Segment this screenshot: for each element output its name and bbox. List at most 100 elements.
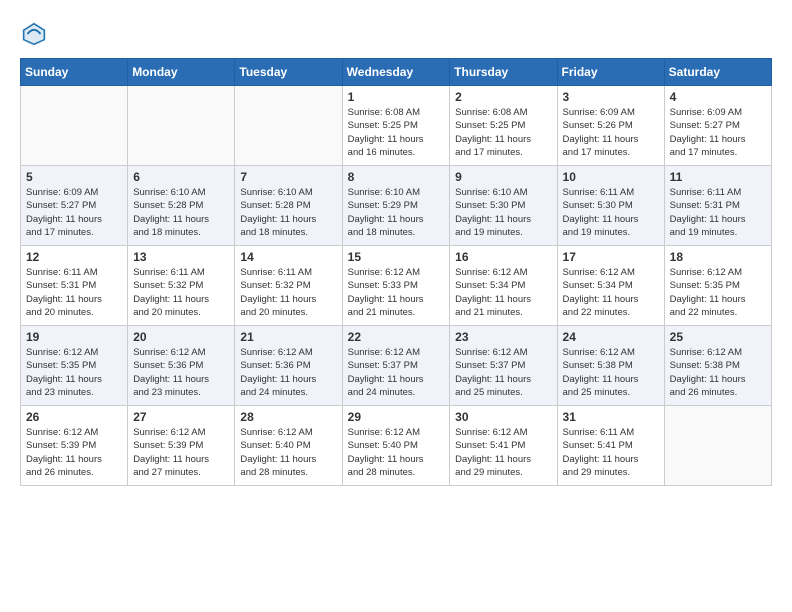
day-of-week-header: Monday [128, 59, 235, 86]
day-info: Sunrise: 6:12 AM Sunset: 5:33 PM Dayligh… [348, 266, 445, 319]
day-number: 9 [455, 170, 551, 184]
calendar-cell: 23 Sunrise: 6:12 AM Sunset: 5:37 PM Dayli… [450, 326, 557, 406]
calendar-cell: 15 Sunrise: 6:12 AM Sunset: 5:33 PM Dayli… [342, 246, 450, 326]
day-number: 19 [26, 330, 122, 344]
calendar-cell: 5 Sunrise: 6:09 AM Sunset: 5:27 PM Daylig… [21, 166, 128, 246]
day-number: 10 [563, 170, 659, 184]
day-info: Sunrise: 6:11 AM Sunset: 5:30 PM Dayligh… [563, 186, 659, 239]
calendar-cell: 1 Sunrise: 6:08 AM Sunset: 5:25 PM Daylig… [342, 86, 450, 166]
day-of-week-header: Thursday [450, 59, 557, 86]
day-info: Sunrise: 6:12 AM Sunset: 5:34 PM Dayligh… [563, 266, 659, 319]
day-info: Sunrise: 6:12 AM Sunset: 5:38 PM Dayligh… [563, 346, 659, 399]
day-number: 8 [348, 170, 445, 184]
calendar-cell: 18 Sunrise: 6:12 AM Sunset: 5:35 PM Dayli… [664, 246, 771, 326]
calendar-cell: 13 Sunrise: 6:11 AM Sunset: 5:32 PM Dayli… [128, 246, 235, 326]
day-number: 1 [348, 90, 445, 104]
day-number: 3 [563, 90, 659, 104]
day-info: Sunrise: 6:12 AM Sunset: 5:35 PM Dayligh… [26, 346, 122, 399]
day-info: Sunrise: 6:10 AM Sunset: 5:29 PM Dayligh… [348, 186, 445, 239]
day-info: Sunrise: 6:10 AM Sunset: 5:28 PM Dayligh… [240, 186, 336, 239]
day-info: Sunrise: 6:12 AM Sunset: 5:37 PM Dayligh… [348, 346, 445, 399]
day-info: Sunrise: 6:11 AM Sunset: 5:41 PM Dayligh… [563, 426, 659, 479]
day-number: 16 [455, 250, 551, 264]
day-number: 7 [240, 170, 336, 184]
calendar-cell: 29 Sunrise: 6:12 AM Sunset: 5:40 PM Dayli… [342, 406, 450, 486]
day-of-week-header: Sunday [21, 59, 128, 86]
day-info: Sunrise: 6:12 AM Sunset: 5:38 PM Dayligh… [670, 346, 766, 399]
calendar-cell: 25 Sunrise: 6:12 AM Sunset: 5:38 PM Dayli… [664, 326, 771, 406]
calendar-cell: 10 Sunrise: 6:11 AM Sunset: 5:30 PM Dayli… [557, 166, 664, 246]
day-number: 15 [348, 250, 445, 264]
calendar-cell: 4 Sunrise: 6:09 AM Sunset: 5:27 PM Daylig… [664, 86, 771, 166]
day-number: 11 [670, 170, 766, 184]
day-of-week-header: Friday [557, 59, 664, 86]
day-info: Sunrise: 6:12 AM Sunset: 5:41 PM Dayligh… [455, 426, 551, 479]
day-info: Sunrise: 6:12 AM Sunset: 5:40 PM Dayligh… [348, 426, 445, 479]
calendar-cell: 30 Sunrise: 6:12 AM Sunset: 5:41 PM Dayli… [450, 406, 557, 486]
day-number: 14 [240, 250, 336, 264]
calendar-cell: 22 Sunrise: 6:12 AM Sunset: 5:37 PM Dayli… [342, 326, 450, 406]
day-info: Sunrise: 6:12 AM Sunset: 5:39 PM Dayligh… [26, 426, 122, 479]
calendar-cell: 8 Sunrise: 6:10 AM Sunset: 5:29 PM Daylig… [342, 166, 450, 246]
day-info: Sunrise: 6:10 AM Sunset: 5:28 PM Dayligh… [133, 186, 229, 239]
calendar-week-row: 5 Sunrise: 6:09 AM Sunset: 5:27 PM Daylig… [21, 166, 772, 246]
day-number: 30 [455, 410, 551, 424]
day-info: Sunrise: 6:11 AM Sunset: 5:32 PM Dayligh… [240, 266, 336, 319]
day-number: 23 [455, 330, 551, 344]
calendar-cell [235, 86, 342, 166]
calendar-cell: 12 Sunrise: 6:11 AM Sunset: 5:31 PM Dayli… [21, 246, 128, 326]
day-of-week-header: Saturday [664, 59, 771, 86]
calendar-cell: 27Sunrise: 6:12 AM Sunset: 5:39 PM Dayli… [128, 406, 235, 486]
calendar-cell: 9Sunrise: 6:10 AM Sunset: 5:30 PM Daylig… [450, 166, 557, 246]
calendar-cell: 16Sunrise: 6:12 AM Sunset: 5:34 PM Dayli… [450, 246, 557, 326]
calendar-cell: 7 Sunrise: 6:10 AM Sunset: 5:28 PM Daylig… [235, 166, 342, 246]
day-of-week-header: Wednesday [342, 59, 450, 86]
day-info: Sunrise: 6:12 AM Sunset: 5:37 PM Dayligh… [455, 346, 551, 399]
day-number: 4 [670, 90, 766, 104]
calendar-cell: 24 Sunrise: 6:12 AM Sunset: 5:38 PM Dayli… [557, 326, 664, 406]
day-info: Sunrise: 6:08 AM Sunset: 5:25 PM Dayligh… [348, 106, 445, 159]
day-number: 21 [240, 330, 336, 344]
calendar-week-row: 26 Sunrise: 6:12 AM Sunset: 5:39 PM Dayli… [21, 406, 772, 486]
day-number: 13 [133, 250, 229, 264]
day-number: 22 [348, 330, 445, 344]
day-info: Sunrise: 6:11 AM Sunset: 5:31 PM Dayligh… [670, 186, 766, 239]
day-info: Sunrise: 6:11 AM Sunset: 5:32 PM Dayligh… [133, 266, 229, 319]
day-info: Sunrise: 6:12 AM Sunset: 5:36 PM Dayligh… [133, 346, 229, 399]
day-number: 25 [670, 330, 766, 344]
calendar-week-row: 1 Sunrise: 6:08 AM Sunset: 5:25 PM Daylig… [21, 86, 772, 166]
calendar-table: SundayMondayTuesdayWednesdayThursdayFrid… [20, 58, 772, 486]
day-info: Sunrise: 6:11 AM Sunset: 5:31 PM Dayligh… [26, 266, 122, 319]
calendar-cell: 21 Sunrise: 6:12 AM Sunset: 5:36 PM Dayli… [235, 326, 342, 406]
day-info: Sunrise: 6:12 AM Sunset: 5:35 PM Dayligh… [670, 266, 766, 319]
calendar-cell [128, 86, 235, 166]
calendar-cell: 3Sunrise: 6:09 AM Sunset: 5:26 PM Daylig… [557, 86, 664, 166]
calendar-cell: 20 Sunrise: 6:12 AM Sunset: 5:36 PM Dayli… [128, 326, 235, 406]
day-info: Sunrise: 6:12 AM Sunset: 5:40 PM Dayligh… [240, 426, 336, 479]
day-number: 29 [348, 410, 445, 424]
page-header [20, 20, 772, 48]
calendar-header-row: SundayMondayTuesdayWednesdayThursdayFrid… [21, 59, 772, 86]
day-number: 31 [563, 410, 659, 424]
calendar-cell: 2 Sunrise: 6:08 AM Sunset: 5:25 PM Daylig… [450, 86, 557, 166]
day-number: 24 [563, 330, 659, 344]
calendar-cell: 26 Sunrise: 6:12 AM Sunset: 5:39 PM Dayli… [21, 406, 128, 486]
day-number: 5 [26, 170, 122, 184]
day-info: Sunrise: 6:12 AM Sunset: 5:36 PM Dayligh… [240, 346, 336, 399]
day-number: 28 [240, 410, 336, 424]
calendar-cell: 17Sunrise: 6:12 AM Sunset: 5:34 PM Dayli… [557, 246, 664, 326]
calendar-cell: 31 Sunrise: 6:11 AM Sunset: 5:41 PM Dayli… [557, 406, 664, 486]
calendar-cell [664, 406, 771, 486]
day-info: Sunrise: 6:09 AM Sunset: 5:27 PM Dayligh… [670, 106, 766, 159]
day-number: 26 [26, 410, 122, 424]
calendar-week-row: 19 Sunrise: 6:12 AM Sunset: 5:35 PM Dayli… [21, 326, 772, 406]
day-number: 12 [26, 250, 122, 264]
day-number: 18 [670, 250, 766, 264]
day-info: Sunrise: 6:08 AM Sunset: 5:25 PM Dayligh… [455, 106, 551, 159]
day-number: 2 [455, 90, 551, 104]
day-info: Sunrise: 6:09 AM Sunset: 5:27 PM Dayligh… [26, 186, 122, 239]
calendar-cell: 14 Sunrise: 6:11 AM Sunset: 5:32 PM Dayli… [235, 246, 342, 326]
calendar-week-row: 12 Sunrise: 6:11 AM Sunset: 5:31 PM Dayli… [21, 246, 772, 326]
day-info: Sunrise: 6:12 AM Sunset: 5:39 PM Dayligh… [133, 426, 229, 479]
day-number: 20 [133, 330, 229, 344]
